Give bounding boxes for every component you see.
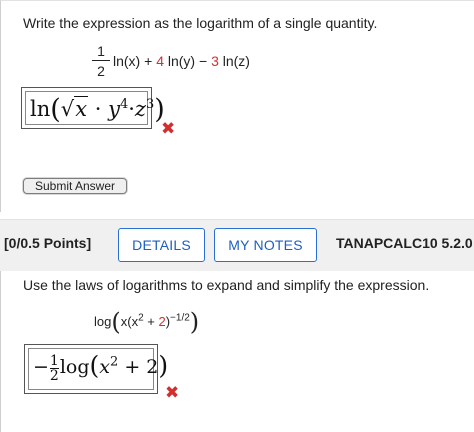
answer-2-fraction: 12: [49, 352, 59, 384]
question-2-header: [0/0.5 Points] DETAILS MY NOTES TANAPCAL…: [0, 219, 474, 271]
question-1-prompt: Write the expression as the logarithm of…: [23, 15, 378, 31]
question-card-1: Write the expression as the logarithm of…: [0, 0, 474, 212]
sqrt-radicand: x: [74, 96, 89, 121]
expr-2-constant: 2: [158, 314, 166, 329]
answer-1-open-paren: (: [50, 94, 61, 125]
details-button[interactable]: DETAILS: [118, 228, 205, 262]
answer-box-1[interactable]: ln(√x · y4·z3): [21, 87, 165, 129]
fraction-bar: [92, 60, 110, 61]
question-card-2: Use the laws of logarithms to expand and…: [0, 271, 474, 432]
question-2-expression: log(x(x2 + 2)−1/2): [94, 304, 199, 336]
coefficient-3: 3: [211, 53, 219, 69]
submit-answer-button[interactable]: Submit Answer: [23, 178, 127, 194]
sqrt-symbol: √: [60, 97, 75, 121]
term-ln-z: ln(z): [218, 53, 250, 69]
answer-box-2[interactable]: −1 2 log(x 2 + 2): [24, 344, 168, 394]
term-ln-x: ln(x) +: [113, 53, 157, 69]
expr-2-x-part: x(x: [120, 314, 139, 329]
problem-id: TANAPCALC10 5.2.0: [336, 235, 473, 251]
answer-2-open-paren: (: [89, 351, 100, 380]
answer-1-math: ln(√x · y4·z3): [30, 92, 165, 125]
expr-2-plus: +: [143, 314, 159, 329]
incorrect-x-icon: ✖: [165, 383, 180, 403]
answer-1-dot-2: ·: [128, 97, 135, 121]
answer-1-z: z: [134, 97, 146, 121]
answer-2-fn: log: [59, 356, 90, 378]
expr-2-fn: log: [94, 314, 112, 329]
answer-2-close-paren: ): [158, 351, 169, 380]
coefficient-4: 4: [156, 53, 164, 69]
expr-2-open-paren: (: [111, 308, 121, 336]
answer-1-fn: ln: [30, 97, 51, 121]
fraction-denominator: 2: [97, 63, 105, 79]
points-label: [0/0.5 Points]: [4, 235, 92, 251]
fraction-one-half: 1 2: [91, 43, 111, 79]
answer-2-math: −1 2 log(x 2 + 2): [33, 350, 168, 383]
answer-2-sign: −: [33, 356, 49, 378]
fraction-numerator: 1: [97, 43, 105, 59]
expr-2-outer-exponent: −1/2: [170, 312, 190, 324]
answer-1-y: y: [108, 97, 120, 121]
my-notes-button[interactable]: MY NOTES: [214, 228, 317, 262]
expr-2-close-paren: ): [189, 308, 200, 336]
answer-1-y-exponent: 4: [119, 97, 129, 112]
question-2-prompt: Use the laws of logarithms to expand and…: [23, 277, 430, 293]
expression-terms: ln(x) + 4 ln(y) − 3 ln(z): [113, 53, 250, 69]
answer-1-dot-1: ·: [88, 97, 102, 121]
incorrect-x-icon: ✖: [161, 119, 176, 139]
answer-2-frac-num: 1: [49, 352, 59, 369]
answer-2-rest: + 2: [118, 356, 159, 378]
answer-2-x: x: [99, 356, 111, 378]
answer-2-frac-den: 2: [49, 367, 59, 384]
term-ln-y: ln(y) −: [163, 53, 212, 69]
